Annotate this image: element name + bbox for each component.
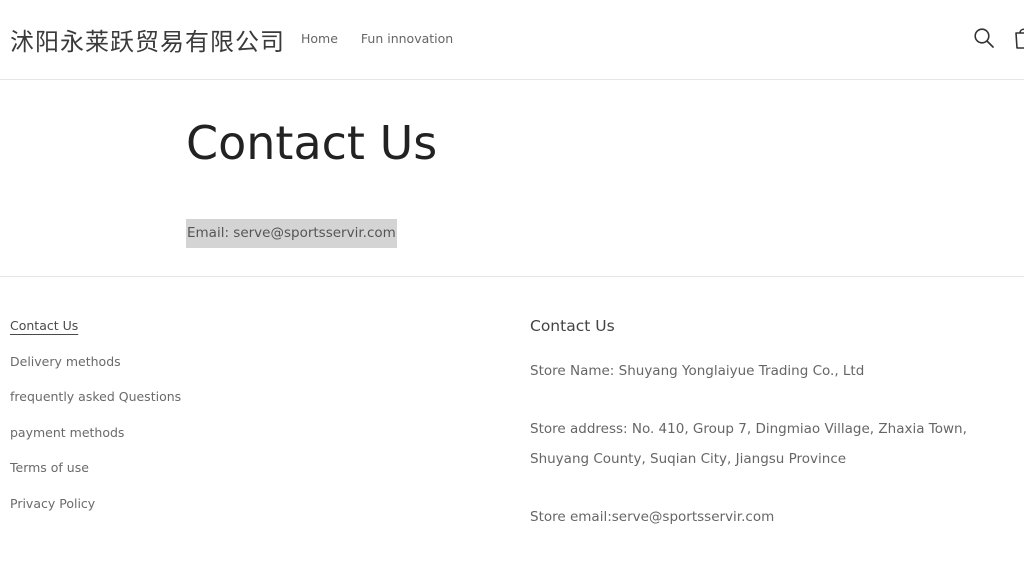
cart-icon[interactable]: [1013, 26, 1024, 50]
footer-link-item: Terms of use: [10, 460, 181, 496]
footer-link-contact-us[interactable]: Contact Us: [10, 318, 78, 333]
store-address-text: Store address: No. 410, Group 7, Dingmia…: [530, 421, 967, 467]
page-title: Contact Us: [186, 116, 438, 170]
footer-link-terms-of-use[interactable]: Terms of use: [10, 460, 89, 475]
footer-link-item: Delivery methods: [10, 354, 181, 390]
footer-contact-heading: Contact Us: [530, 317, 615, 335]
store-email-text: Store email:serve@sportsservir.com: [530, 509, 775, 525]
footer-link-item: payment methods: [10, 425, 181, 461]
main-nav: Home Fun innovation: [301, 31, 472, 46]
footer-contact-section: Contact Us Store Name: Shuyang Yonglaiyu…: [530, 313, 1024, 532]
footer-links: Contact Us Delivery methods frequently a…: [10, 318, 181, 531]
site-logo[interactable]: 沭阳永莱跃贸易有限公司: [10, 22, 285, 57]
footer-link-item: Contact Us: [10, 318, 181, 354]
footer-link-privacy-policy[interactable]: Privacy Policy: [10, 496, 95, 511]
site-header: 沭阳永莱跃贸易有限公司 Home Fun innovation: [0, 0, 1024, 80]
footer-link-payment-methods[interactable]: payment methods: [10, 425, 124, 440]
nav-fun-innovation-link[interactable]: Fun innovation: [361, 31, 453, 46]
footer-divider: [0, 276, 1024, 277]
footer-link-item: frequently asked Questions: [10, 389, 181, 425]
search-icon[interactable]: [973, 27, 995, 49]
nav-home-link[interactable]: Home: [301, 31, 338, 46]
store-name-text: Store Name: Shuyang Yonglaiyue Trading C…: [530, 363, 865, 379]
footer-link-faq[interactable]: frequently asked Questions: [10, 389, 181, 404]
footer-link-delivery-methods[interactable]: Delivery methods: [10, 354, 121, 369]
contact-email-text: Email: serve@sportsservir.com: [186, 219, 397, 248]
footer-link-item: Privacy Policy: [10, 496, 181, 532]
